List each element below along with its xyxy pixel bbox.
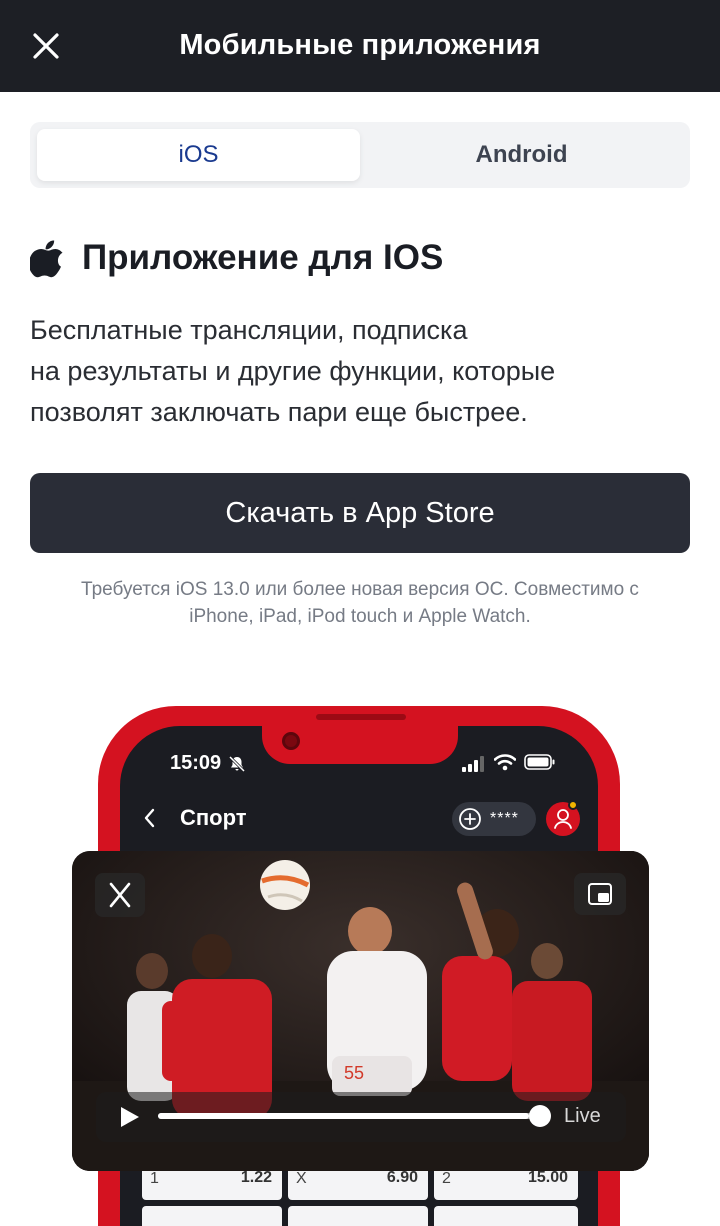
status-time: 15:09 (170, 752, 222, 774)
description-line: на результаты и другие функции, которые (30, 356, 556, 386)
odds-cell[interactable] (434, 1206, 578, 1226)
odds-value: 15.00 (527, 1169, 568, 1186)
odds-outcome: X (296, 1170, 307, 1187)
description-line: Бесплатные трансляции, подписка (30, 315, 468, 345)
signal-icon (462, 756, 484, 772)
odds-cell[interactable] (288, 1206, 428, 1226)
battery-icon (524, 754, 555, 770)
video-progress-fill (158, 1113, 529, 1119)
back-chevron-icon[interactable] (140, 806, 160, 830)
description-line: позволят заключать пари еще быстрее. (30, 397, 528, 427)
section-heading: Приложение для IOS (30, 238, 443, 278)
odds-value: 6.90 (386, 1169, 418, 1186)
phone-camera (282, 732, 300, 750)
odds-outcome: 2 (442, 1170, 451, 1187)
balance-mask: **** (490, 810, 519, 827)
play-icon[interactable] (116, 1104, 142, 1130)
odds-cell[interactable] (142, 1206, 282, 1226)
tab-ios[interactable]: iOS (37, 129, 360, 181)
tab-android[interactable]: Android (360, 129, 683, 181)
download-app-store-button[interactable]: Скачать в App Store (30, 473, 690, 553)
svg-text:55: 55 (344, 1063, 364, 1083)
platform-tabs: iOS Android (30, 122, 690, 188)
apple-icon (30, 240, 63, 278)
requirements-line: Требуется iOS 13.0 или более новая верси… (81, 579, 639, 600)
page-title: Мобильные приложения (179, 29, 541, 61)
plus-circle-icon (459, 808, 481, 830)
picture-in-picture-button[interactable] (574, 873, 626, 915)
balance-pill[interactable]: **** (452, 802, 536, 836)
wifi-icon (494, 754, 516, 771)
phone-speaker (316, 714, 406, 720)
notification-dot (568, 800, 578, 810)
video-progress-knob[interactable] (529, 1105, 551, 1127)
app-description: Бесплатные трансляции, подписка на резул… (30, 310, 690, 433)
top-bar: Мобильные приложения (0, 0, 720, 92)
requirements-note: Требуется iOS 13.0 или более новая верси… (30, 576, 690, 630)
close-icon (109, 882, 131, 908)
video-progress-track[interactable] (158, 1113, 540, 1119)
requirements-line: iPhone, iPad, iPod touch и Apple Watch. (189, 606, 531, 627)
odds-outcome: 1 (150, 1170, 159, 1187)
bell-mute-icon (228, 755, 246, 773)
odds-value: 1.22 (240, 1169, 272, 1186)
screen-title: Спорт (180, 805, 247, 830)
pip-icon (588, 883, 612, 905)
video-close-button[interactable] (95, 873, 145, 917)
live-label: Live (564, 1105, 601, 1127)
section-title: Приложение для IOS (82, 238, 444, 277)
